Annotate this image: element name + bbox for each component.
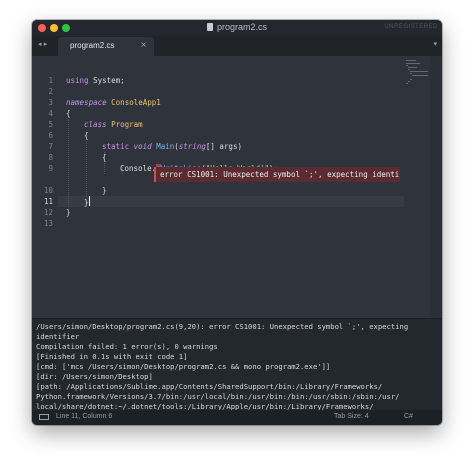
minimap-line xyxy=(408,81,410,82)
keyword: namespace xyxy=(66,98,107,107)
brace: } xyxy=(66,208,71,217)
line-number: 7 xyxy=(48,142,53,151)
minimap-line xyxy=(406,60,416,61)
line-number: 10 xyxy=(43,186,53,195)
code-line: namespace ConsoleApp1 xyxy=(66,97,161,108)
line-number: 9 xyxy=(48,164,53,173)
code-line: { xyxy=(66,108,71,119)
code-text: Console. xyxy=(120,164,157,173)
code-line: class Program xyxy=(84,119,143,130)
tab-bar: ◂ ▸ program2.cs × ▾ xyxy=(32,36,442,56)
line-number-active: 11 xyxy=(43,197,53,206)
build-output-panel[interactable]: /Users/simon/Desktop/program2.cs(9,20): … xyxy=(32,318,442,411)
type-keyword: string xyxy=(178,142,206,151)
output-line: [Finished in 0.1s with exit code 1] xyxy=(36,352,188,361)
tab-label: program2.cs xyxy=(70,41,115,50)
output-line: [dir: /Users/simon/Desktop] xyxy=(36,372,153,381)
code-line: } xyxy=(66,207,71,218)
code-line: static void Main(string[] args) xyxy=(102,141,242,152)
brace: { xyxy=(66,109,71,118)
error-popup[interactable]: error CS1001: Unexpected symbol `;', exp… xyxy=(154,167,400,182)
keyword: using xyxy=(66,76,89,85)
tab-size-indicator[interactable]: Tab Size: 4 xyxy=(334,413,369,420)
minimap-line xyxy=(408,67,417,68)
title-bar: program2.cs UNREGISTERED xyxy=(32,20,442,36)
keyword: static xyxy=(102,142,130,151)
keyword: void xyxy=(133,142,152,151)
brace: { xyxy=(84,131,89,140)
window-title: program2.cs xyxy=(216,22,268,32)
line-number-gutter: 1 2 3 4 5 6 7 8 9 10 11 12 13 xyxy=(32,56,58,318)
line-number: 13 xyxy=(43,219,53,228)
output-line: Python.framework/Versions/3.7/bin:/usr/l… xyxy=(36,392,400,401)
editor-scrollbar[interactable] xyxy=(430,56,442,318)
window-title-container: program2.cs xyxy=(32,22,442,32)
tab-close-icon[interactable]: × xyxy=(140,40,147,49)
status-bar: Line 11, Column 6 Tab Size: 4 C# xyxy=(32,410,442,425)
minimap-line xyxy=(410,79,412,80)
code-text: System; xyxy=(88,76,125,85)
code-line: { xyxy=(84,130,89,141)
line-number: 8 xyxy=(48,153,53,162)
code-area[interactable]: using System; namespace ConsoleApp1 { cl… xyxy=(66,56,406,318)
minimap-line xyxy=(406,83,408,84)
code-text: [] args) xyxy=(205,142,242,151)
minimap[interactable] xyxy=(406,60,430,90)
line-number: 2 xyxy=(48,87,53,96)
keyword: class xyxy=(84,120,107,129)
class-name: Program xyxy=(106,120,143,129)
cursor-position: Line 11, Column 6 xyxy=(56,413,113,420)
line-number: 1 xyxy=(48,76,53,85)
minimap-line xyxy=(408,69,410,70)
minimap-line xyxy=(410,73,412,74)
line-number: 12 xyxy=(43,208,53,217)
minimap-line xyxy=(406,65,408,66)
line-number: 6 xyxy=(48,131,53,140)
document-icon xyxy=(206,23,213,31)
output-line: [path: /Applications/Sublime.app/Content… xyxy=(36,382,383,391)
syntax-indicator[interactable]: C# xyxy=(404,413,413,420)
minimap-line xyxy=(406,63,420,64)
minimap-line xyxy=(410,71,428,72)
output-line: [cmd: ['mcs /Users/simon/Desktop/program… xyxy=(36,362,331,371)
function-name: Main xyxy=(156,142,175,151)
code-line-current: } xyxy=(84,196,90,207)
editor-window: program2.cs UNREGISTERED ◂ ▸ program2.cs… xyxy=(32,20,442,425)
tab-nav-arrows-icon[interactable]: ◂ ▸ xyxy=(38,40,47,48)
code-line: using System; xyxy=(66,75,125,86)
code-editor[interactable]: 1 2 3 4 5 6 7 8 9 10 11 12 13 using Syst… xyxy=(32,56,442,318)
panel-toggle-icon[interactable] xyxy=(39,414,49,420)
output-line: /Users/simon/Desktop/program2.cs(9,20): … xyxy=(36,322,409,331)
brace: { xyxy=(102,153,107,162)
line-number: 3 xyxy=(48,98,53,107)
code-line: } xyxy=(102,185,107,196)
tab-dropdown-icon[interactable]: ▾ xyxy=(433,40,437,48)
output-line: identifier xyxy=(36,332,80,341)
indent-guide xyxy=(68,119,70,207)
brace: } xyxy=(102,186,107,195)
text-cursor xyxy=(88,196,90,206)
line-number: 4 xyxy=(48,109,53,118)
namespace-name: ConsoleApp1 xyxy=(106,98,161,107)
minimap-line xyxy=(412,75,428,76)
output-line: Compilation failed: 1 error(s), 0 warnin… xyxy=(36,342,218,351)
unregistered-label: UNREGISTERED xyxy=(384,24,438,30)
indent-guide xyxy=(86,141,88,196)
line-number: 5 xyxy=(48,120,53,129)
code-line: { xyxy=(102,152,107,163)
tab-program2-cs[interactable]: program2.cs × xyxy=(58,37,154,56)
